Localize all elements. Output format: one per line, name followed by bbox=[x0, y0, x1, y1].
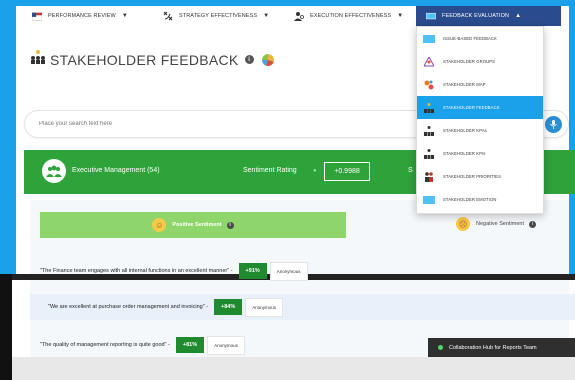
feedback-text: "The quality of management reporting is … bbox=[40, 342, 170, 348]
tab-label: Positive Sentiment bbox=[172, 222, 222, 228]
menu-label: STAKEHOLDER KPIs bbox=[443, 151, 486, 156]
chevron-down-icon: ▼ bbox=[263, 13, 270, 19]
tab-negative-sentiment[interactable]: ☹ Negative Sentiment i bbox=[456, 217, 536, 231]
menu-label: STAKEHOLDER EMOTION bbox=[443, 197, 497, 202]
right-frame bbox=[569, 6, 575, 274]
nav-execution-effectiveness[interactable]: EXECUTION EFFECTIVENESS ▼ bbox=[294, 6, 403, 26]
bottom-bar bbox=[12, 357, 575, 380]
menu-item-issue-based-feedback[interactable]: ISSUE-BASED FEEDBACK bbox=[417, 27, 543, 50]
top-nav: PERFORMANCE REVIEW ▼ STRATEGY EFFECTIVEN… bbox=[16, 6, 569, 26]
search-input[interactable] bbox=[39, 121, 419, 127]
emotion-card-icon bbox=[423, 195, 435, 205]
menu-label: STAKEHOLDER FEEDBACK bbox=[443, 105, 500, 110]
group-avatar-icon bbox=[42, 159, 66, 183]
chevron-down-icon: ▼ bbox=[121, 13, 128, 19]
feedback-text: "The Finance team engages with all inter… bbox=[40, 268, 233, 274]
online-status-icon bbox=[438, 345, 443, 350]
chevron-down-icon: ▼ bbox=[397, 13, 404, 19]
kpa-icon bbox=[423, 125, 435, 136]
nav-label: EXECUTION EFFECTIVENESS bbox=[310, 13, 392, 19]
kpi-icon bbox=[423, 148, 435, 159]
microphone-icon[interactable] bbox=[545, 116, 562, 133]
feedback-text: "We are excellent at purchase order mana… bbox=[48, 304, 209, 310]
menu-item-stakeholder-map[interactable]: STAKEHOLDER MAP bbox=[417, 73, 543, 96]
menu-item-stakeholder-kpis[interactable]: STAKEHOLDER KPIs bbox=[417, 142, 543, 165]
hierarchy-icon bbox=[30, 50, 46, 69]
menu-label: STAKEHOLDER GROUPS bbox=[443, 59, 495, 64]
hierarchy-icon bbox=[423, 102, 435, 113]
chevron-up-icon: ▲ bbox=[515, 13, 522, 19]
menu-item-stakeholder-groups[interactable]: STAKEHOLDER GROUPS bbox=[417, 50, 543, 73]
neutral-emoji-icon: ☹ bbox=[456, 217, 470, 231]
menu-label: ISSUE-BASED FEEDBACK bbox=[443, 36, 497, 41]
person-gear-icon bbox=[294, 11, 304, 21]
feedback-score: +91% bbox=[238, 263, 267, 279]
info-icon[interactable]: i bbox=[226, 221, 234, 229]
frame-divider-left bbox=[0, 274, 12, 380]
feedback-row: "The Finance team engages with all inter… bbox=[40, 258, 308, 284]
feedback-evaluation-menu: ISSUE-BASED FEEDBACK STAKEHOLDER GROUPS … bbox=[416, 26, 544, 214]
executive-group-name[interactable]: Executive Management (54) bbox=[72, 167, 160, 174]
priorities-icon bbox=[423, 171, 435, 182]
page-title: STAKEHOLDER FEEDBACK bbox=[50, 51, 239, 68]
nav-feedback-evaluation[interactable]: FEEDBACK EVALUATION ▲ bbox=[416, 6, 561, 26]
info-icon[interactable]: i bbox=[529, 220, 536, 228]
nav-label: STRATEGY EFFECTIVENESS bbox=[179, 13, 258, 19]
flag-icon bbox=[32, 11, 42, 21]
groups-icon bbox=[423, 56, 435, 67]
feedback-score: +81% bbox=[175, 337, 205, 353]
left-frame bbox=[0, 6, 16, 274]
feedback-score: +84% bbox=[214, 299, 243, 315]
feedback-row: "We are excellent at purchase order mana… bbox=[30, 294, 575, 320]
left-frame-lower bbox=[0, 238, 16, 274]
issue-card-icon bbox=[423, 34, 435, 44]
feedback-author: Anonymous bbox=[269, 261, 308, 281]
menu-item-stakeholder-feedback[interactable]: STAKEHOLDER FEEDBACK bbox=[417, 96, 543, 119]
smile-emoji-icon: ☺ bbox=[152, 218, 167, 232]
page-header: STAKEHOLDER FEEDBACK i bbox=[30, 50, 274, 69]
sentiment-label: Sentiment Rating bbox=[243, 167, 297, 174]
sentiment-dot-icon: ● bbox=[313, 168, 317, 174]
menu-item-stakeholder-kpas[interactable]: STAKEHOLDER KPAs bbox=[417, 119, 543, 142]
tab-positive-sentiment[interactable]: ☺ Positive Sentiment i bbox=[40, 212, 346, 238]
pie-chart-icon[interactable] bbox=[261, 53, 274, 66]
nav-label: FEEDBACK EVALUATION bbox=[442, 13, 510, 19]
feedback-author: Anonymous bbox=[245, 297, 284, 317]
map-icon bbox=[423, 80, 435, 90]
nav-strategy-effectiveness[interactable]: STRATEGY EFFECTIVENESS ▼ bbox=[163, 6, 269, 26]
info-icon[interactable]: i bbox=[244, 55, 254, 64]
nav-label: PERFORMANCE REVIEW bbox=[48, 13, 116, 19]
menu-label: STAKEHOLDER KPAs bbox=[443, 128, 487, 133]
clipped-label: S bbox=[408, 167, 413, 174]
collaboration-hub-button[interactable]: Collaboration Hub for Reports Team bbox=[428, 338, 575, 357]
menu-item-stakeholder-emotion[interactable]: STAKEHOLDER EMOTION bbox=[417, 188, 543, 211]
strategy-icon bbox=[163, 11, 173, 21]
nav-performance-review[interactable]: PERFORMANCE REVIEW ▼ bbox=[32, 6, 128, 26]
menu-item-stakeholder-priorities[interactable]: STAKEHOLDER PRIORITIES bbox=[417, 165, 543, 188]
tab-label: Negative Sentiment bbox=[476, 221, 524, 227]
monitor-icon bbox=[426, 11, 436, 21]
sentiment-value: +0.9988 bbox=[324, 162, 370, 181]
menu-label: STAKEHOLDER MAP bbox=[443, 82, 486, 87]
feedback-author: Anonymous bbox=[207, 335, 245, 355]
hub-label: Collaboration Hub for Reports Team bbox=[449, 344, 537, 351]
feedback-row: "The quality of management reporting is … bbox=[40, 332, 245, 358]
menu-label: STAKEHOLDER PRIORITIES bbox=[443, 174, 501, 179]
